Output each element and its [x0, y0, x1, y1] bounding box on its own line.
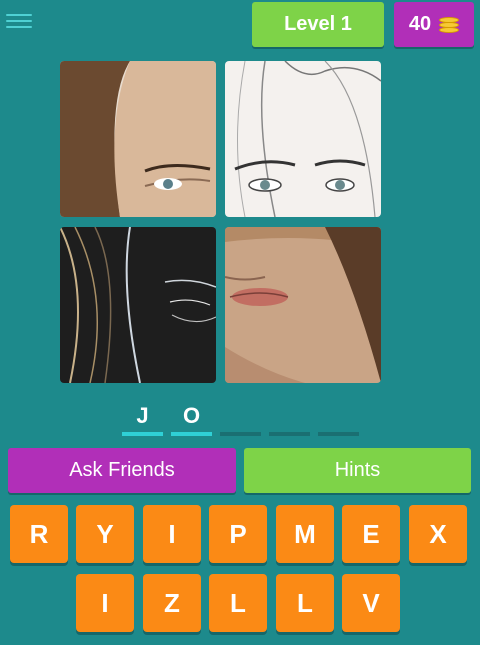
puzzle-image-bottom-left [60, 227, 216, 383]
coin-stack-icon [439, 15, 460, 35]
letter-key[interactable]: Z [143, 574, 201, 632]
letter-key[interactable]: L [276, 574, 334, 632]
letter-key[interactable]: M [276, 505, 334, 563]
letter-key[interactable]: L [209, 574, 267, 632]
letter-key[interactable]: V [342, 574, 400, 632]
letter-key[interactable]: X [409, 505, 467, 563]
letter-key[interactable]: I [76, 574, 134, 632]
letter-key[interactable]: E [342, 505, 400, 563]
letter-key[interactable]: Y [76, 505, 134, 563]
ask-friends-label: Ask Friends [69, 459, 175, 481]
letter-key[interactable]: I [143, 505, 201, 563]
level-label: Level 1 [284, 13, 352, 35]
letter-key[interactable]: P [209, 505, 267, 563]
hints-button[interactable]: Hints [244, 448, 471, 493]
level-badge: Level 1 [252, 2, 384, 47]
puzzle-image-bottom-right [225, 227, 381, 383]
letter-key[interactable]: R [10, 505, 68, 563]
coins-badge[interactable]: 40 [394, 2, 474, 47]
puzzle-image-top-right [225, 61, 381, 217]
ask-friends-button[interactable]: Ask Friends [8, 448, 236, 493]
answer-slot-2[interactable]: O [171, 400, 212, 436]
answer-slot-3[interactable] [220, 400, 261, 436]
answer-slots: J O [122, 400, 362, 440]
answer-slot-1[interactable]: J [122, 400, 163, 436]
answer-slot-4[interactable] [269, 400, 310, 436]
hints-label: Hints [334, 459, 381, 481]
coin-count: 40 [408, 13, 432, 35]
menu-icon[interactable] [6, 10, 32, 34]
answer-slot-5[interactable] [318, 400, 359, 436]
puzzle-image-top-left [60, 61, 216, 217]
